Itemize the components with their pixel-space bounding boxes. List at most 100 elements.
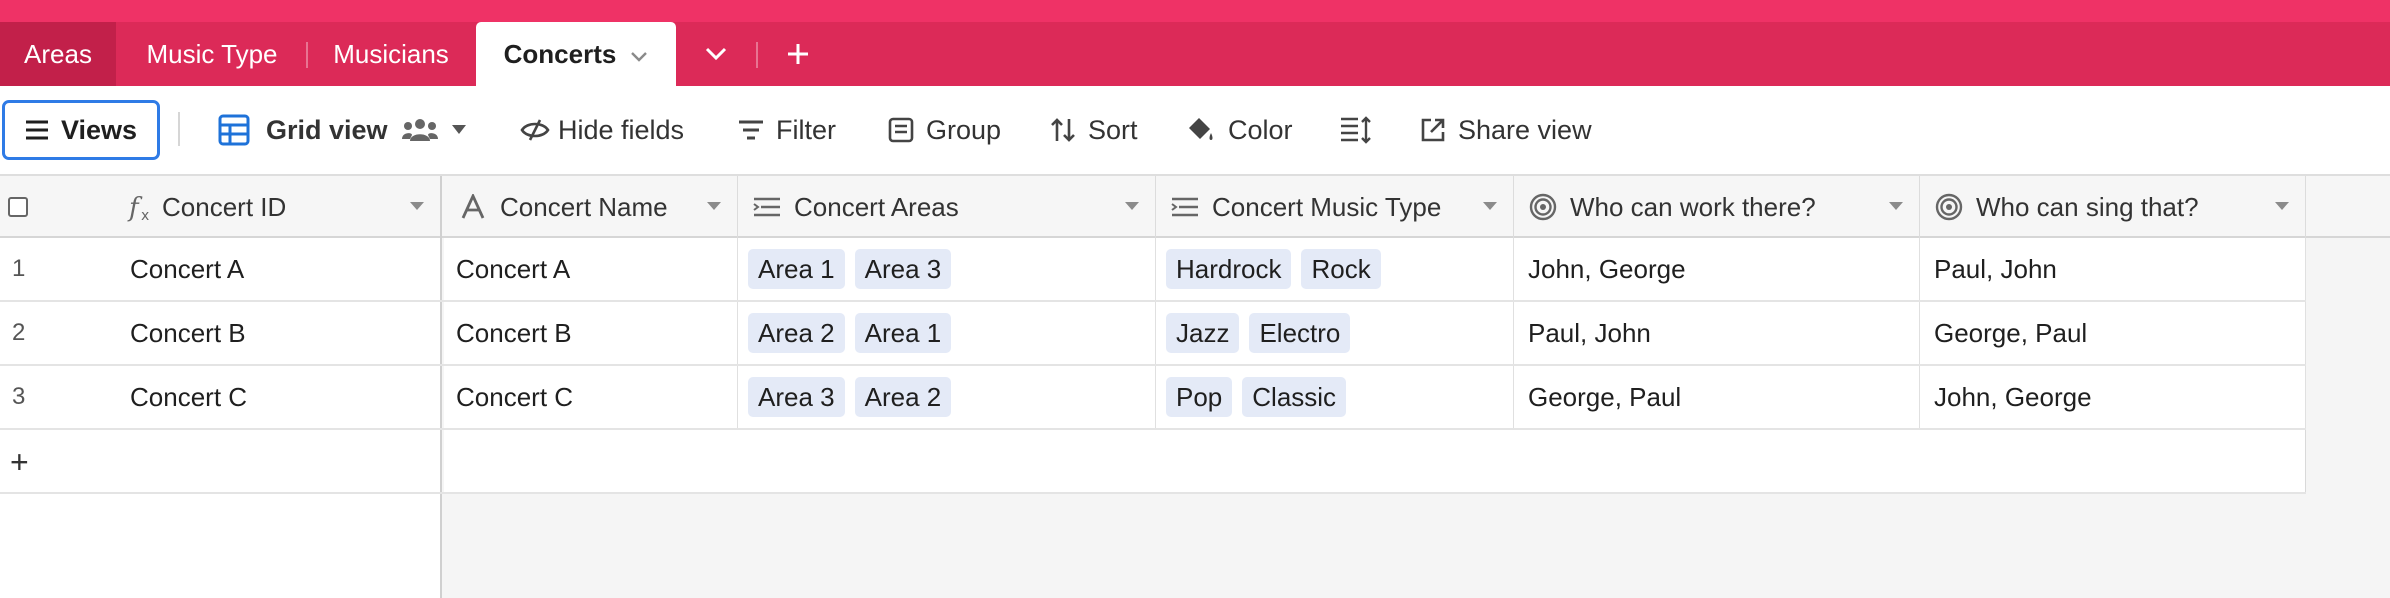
column-header-label: Concert Name [500, 191, 668, 222]
cell-text: Paul, John [1934, 253, 2057, 284]
cell-concert-areas[interactable]: Area 2 Area 1 [738, 302, 1156, 364]
linked-record-pill[interactable]: Area 1 [854, 313, 952, 353]
add-record-row[interactable]: + [0, 432, 2306, 494]
caret-down-icon [451, 125, 466, 134]
cell-concert-areas[interactable]: Area 1 Area 3 [738, 238, 1156, 300]
tab-music-type[interactable]: Music Type [120, 22, 304, 86]
collaborators-icon [401, 119, 438, 141]
share-external-icon [1421, 118, 1445, 142]
chevron-down-icon [705, 47, 727, 61]
cell-text: George, Paul [1528, 381, 1682, 412]
linked-record-pill[interactable]: Electro [1249, 313, 1351, 353]
linked-record-pill[interactable]: Jazz [1166, 313, 1240, 353]
views-button[interactable]: Views [2, 100, 160, 160]
tab-concerts[interactable]: Concerts [476, 22, 676, 86]
grid-view-selector[interactable]: Grid view [218, 100, 466, 160]
cell-text: John, George [1528, 253, 1686, 284]
column-menu-caret-icon[interactable] [1889, 202, 1903, 210]
plus-icon [788, 44, 808, 64]
cell-who-can-sing-that[interactable]: John, George [1920, 366, 2306, 428]
column-header-who-can-sing-that[interactable]: Who can sing that? [1920, 176, 2306, 238]
tab-musicians[interactable]: Musicians [310, 22, 472, 86]
cell-concert-areas[interactable]: Area 3 Area 2 [738, 366, 1156, 428]
formula-icon: fx [126, 192, 156, 222]
row-height-button[interactable] [1340, 100, 1372, 160]
column-header-label: Concert ID [162, 191, 287, 222]
grid-header-row: fx Concert ID Concert Name Concert Areas… [0, 176, 2390, 238]
cell-who-can-work-there[interactable]: George, Paul [1514, 366, 1920, 428]
column-header-concert-areas[interactable]: Concert Areas [738, 176, 1156, 238]
cell-text: George, Paul [1934, 317, 2088, 348]
linked-record-pill[interactable]: Area 2 [854, 377, 952, 417]
cell-text: Concert A [456, 253, 571, 284]
records-grid: fx Concert ID Concert Name Concert Areas… [0, 176, 2390, 598]
hamburger-menu-icon [25, 120, 48, 140]
cell-who-can-sing-that[interactable]: Paul, John [1920, 238, 2306, 300]
cell-who-can-sing-that[interactable]: George, Paul [1920, 302, 2306, 364]
table-row[interactable]: 2 Concert B Concert B Area 2 Area 1 Jazz… [0, 302, 2306, 366]
cell-text: John, George [1934, 381, 2092, 412]
add-record-button[interactable]: + [10, 444, 29, 480]
group-icon [888, 117, 914, 143]
table-row[interactable]: 3 Concert C Concert C Area 3 Area 2 Pop … [0, 366, 2306, 430]
linked-record-pill[interactable]: Area 1 [748, 249, 845, 289]
linked-record-pill[interactable]: Rock [1301, 249, 1381, 289]
cell-concert-name[interactable]: Concert A [444, 238, 738, 300]
column-header-who-can-work-there[interactable]: Who can work there? [1514, 176, 1920, 238]
grid-view-label: Grid view [266, 114, 388, 145]
column-menu-caret-icon[interactable] [1125, 202, 1139, 210]
cell-concert-name[interactable]: Concert B [444, 302, 738, 364]
filter-button[interactable]: Filter [738, 100, 836, 160]
color-button[interactable]: Color [1186, 100, 1293, 160]
svg-text:x: x [141, 208, 149, 222]
filter-label: Filter [776, 114, 836, 145]
tab-areas[interactable]: Areas [0, 22, 116, 86]
linked-record-pill[interactable]: Pop [1166, 377, 1233, 417]
cell-concert-id[interactable]: Concert B [130, 302, 442, 364]
sort-button[interactable]: Sort [1050, 100, 1138, 160]
tab-label: Music Type [146, 38, 278, 69]
linked-record-icon [1170, 192, 1200, 222]
column-menu-caret-icon[interactable] [410, 202, 424, 210]
cell-who-can-work-there[interactable]: Paul, John [1514, 302, 1920, 364]
sort-label: Sort [1088, 114, 1138, 145]
row-number: 3 [12, 383, 26, 410]
column-menu-caret-icon[interactable] [707, 202, 721, 210]
all-tables-dropdown-button[interactable] [690, 22, 742, 86]
linked-record-icon [752, 192, 782, 222]
column-header-label: Who can sing that? [1976, 191, 2199, 222]
row-number: 2 [12, 319, 26, 346]
cell-concert-music-type[interactable]: Jazz Electro [1156, 302, 1514, 364]
add-table-button[interactable] [772, 22, 824, 86]
text-field-icon [458, 192, 488, 222]
chevron-down-icon[interactable] [630, 39, 648, 70]
linked-record-pill[interactable]: Classic [1242, 377, 1347, 417]
cell-concert-music-type[interactable]: Pop Classic [1156, 366, 1514, 428]
hide-fields-button[interactable]: Hide fields [520, 100, 684, 160]
cell-concert-id[interactable]: Concert A [130, 238, 442, 300]
share-view-button[interactable]: Share view [1420, 100, 1592, 160]
eye-slash-icon [520, 119, 550, 141]
column-header-concert-name[interactable]: Concert Name [444, 176, 738, 238]
cell-concert-music-type[interactable]: Hardrock Rock [1156, 238, 1514, 300]
column-menu-caret-icon[interactable] [2275, 202, 2289, 210]
group-button[interactable]: Group [888, 100, 1001, 160]
linked-record-pill[interactable]: Area 3 [854, 249, 952, 289]
column-header-concert-id[interactable]: fx Concert ID [0, 176, 442, 238]
filter-icon [739, 120, 763, 140]
tab-label: Musicians [333, 38, 449, 69]
cell-concert-id[interactable]: Concert C [130, 366, 442, 428]
tab-divider [756, 42, 758, 68]
column-header-concert-music-type[interactable]: Concert Music Type [1156, 176, 1514, 238]
toolbar-divider [178, 112, 180, 146]
cell-concert-name[interactable]: Concert C [444, 366, 738, 428]
cell-who-can-work-there[interactable]: John, George [1514, 238, 1920, 300]
linked-record-pill[interactable]: Hardrock [1166, 249, 1292, 289]
linked-record-pill[interactable]: Area 2 [748, 313, 845, 353]
tab-bar-top-stripe [0, 0, 2390, 22]
select-all-checkbox[interactable] [8, 197, 28, 217]
table-row[interactable]: 1 Concert A Concert A Area 1 Area 3 Hard… [0, 238, 2306, 302]
row-number: 1 [12, 255, 26, 282]
linked-record-pill[interactable]: Area 3 [748, 377, 845, 417]
column-menu-caret-icon[interactable] [1483, 202, 1497, 210]
